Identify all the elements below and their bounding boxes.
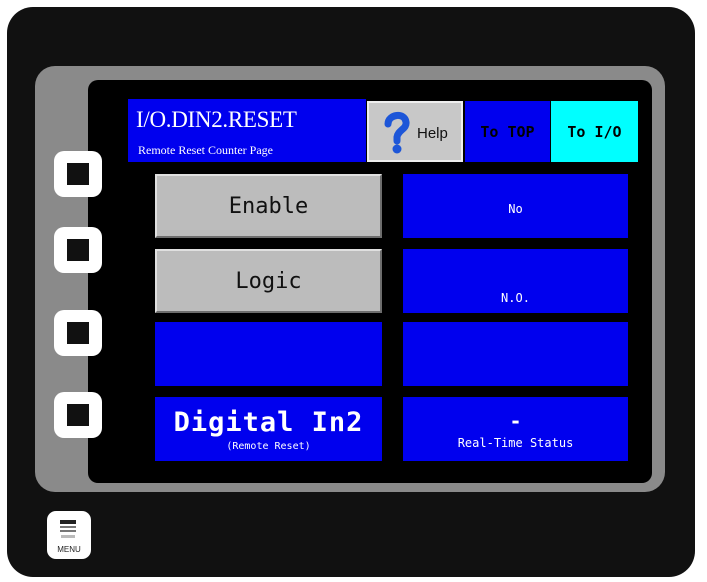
square-key-icon bbox=[67, 239, 89, 261]
page-header: I/O.DIN2.RESET Remote Reset Counter Page bbox=[128, 99, 366, 162]
help-label: Help bbox=[417, 125, 448, 142]
empty-right-cell bbox=[403, 322, 628, 386]
digital-input-title: Digital In2 bbox=[173, 407, 364, 438]
question-mark-icon bbox=[384, 112, 410, 154]
real-time-status-label: Real-Time Status bbox=[457, 436, 574, 450]
page-title: I/O.DIN2.RESET bbox=[136, 107, 297, 132]
square-key-icon bbox=[67, 163, 89, 185]
side-key-1[interactable] bbox=[54, 151, 102, 197]
digital-input-label: Digital In2 (Remote Reset) bbox=[155, 397, 382, 461]
to-top-button[interactable]: To TOP bbox=[465, 101, 550, 162]
to-io-button[interactable]: To I/O bbox=[551, 101, 638, 162]
side-key-3[interactable] bbox=[54, 310, 102, 356]
side-key-2[interactable] bbox=[54, 227, 102, 273]
square-key-icon bbox=[67, 404, 89, 426]
enable-value-field[interactable]: No bbox=[403, 174, 628, 238]
digital-input-subtitle: (Remote Reset) bbox=[226, 441, 311, 452]
logic-value: N.O. bbox=[501, 291, 530, 305]
real-time-status-panel: - Real-Time Status bbox=[403, 397, 628, 461]
menu-icon bbox=[60, 520, 76, 538]
help-button[interactable]: Help bbox=[367, 101, 463, 162]
enable-button[interactable]: Enable bbox=[155, 174, 382, 238]
side-key-4[interactable] bbox=[54, 392, 102, 438]
square-key-icon bbox=[67, 322, 89, 344]
real-time-status-value: - bbox=[509, 409, 522, 433]
logic-button[interactable]: Logic bbox=[155, 249, 382, 313]
empty-left-cell bbox=[155, 322, 382, 386]
logic-value-field[interactable]: N.O. bbox=[403, 249, 628, 313]
menu-button[interactable]: MENU bbox=[47, 511, 91, 559]
menu-label: MENU bbox=[57, 545, 81, 554]
page-subtitle: Remote Reset Counter Page bbox=[138, 143, 273, 157]
enable-value: No bbox=[508, 202, 523, 216]
